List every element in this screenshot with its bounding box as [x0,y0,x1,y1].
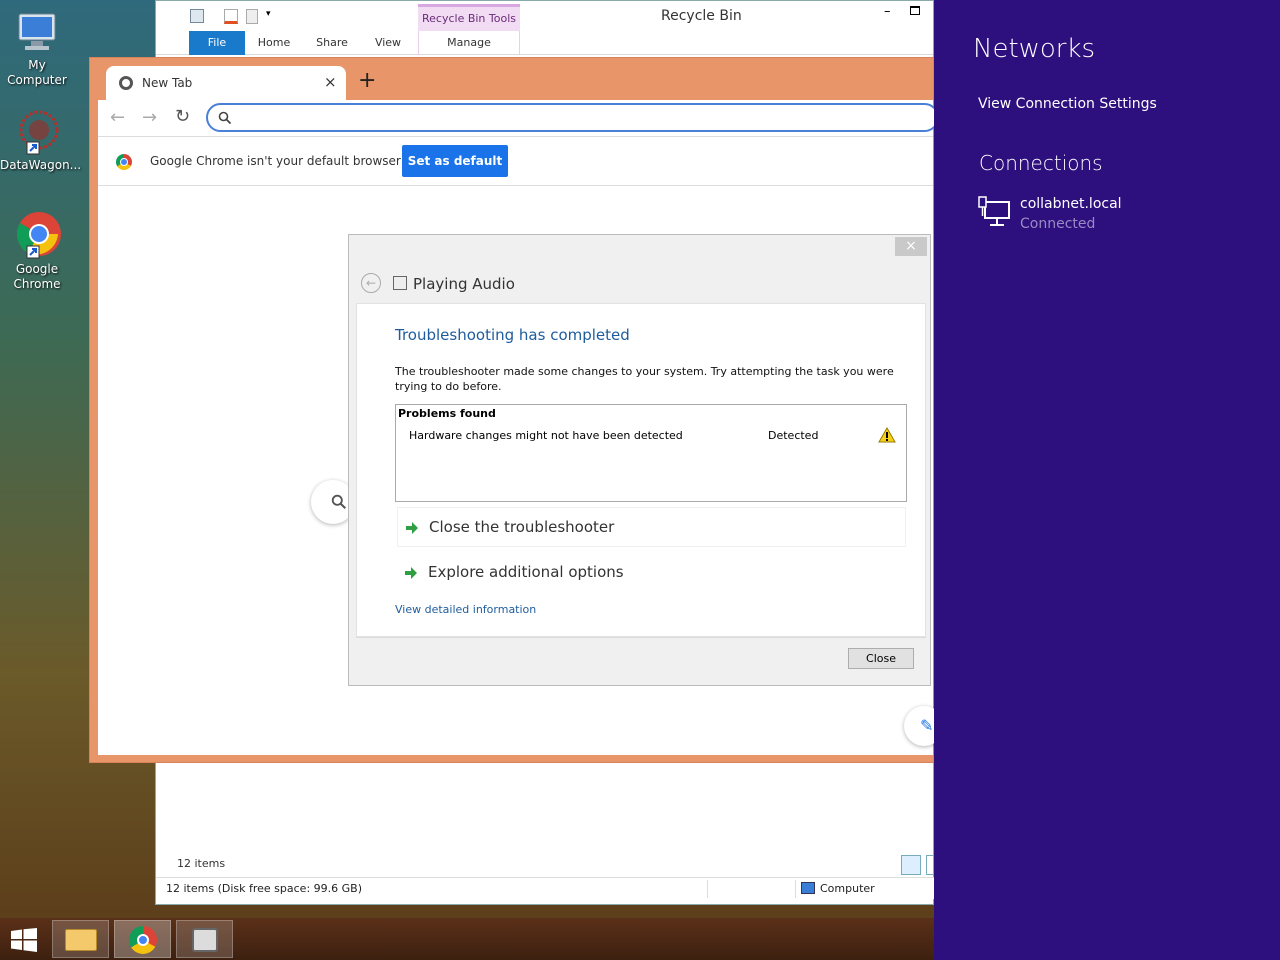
new-tab-icon[interactable]: + [358,68,376,94]
windows-logo-icon [11,928,37,952]
datawagon-icon [13,108,61,156]
quick-access-dropdown-icon[interactable]: ▾ [266,9,271,19]
chrome-icon [13,212,61,260]
problem-status: Detected [768,429,819,442]
chrome-tab[interactable]: New Tab × [106,66,346,100]
contextual-tab-group: Recycle Bin Tools [418,4,520,31]
green-arrow-icon [406,522,418,534]
chrome-favicon-icon [119,76,133,90]
chrome-toolbar: ← → ↻ [98,100,939,135]
taskbar [0,918,934,960]
troubleshooter-dialog: × ← Playing Audio Troubleshooting has co… [348,234,931,686]
pencil-icon: ✎ [920,716,934,735]
troubleshooter-content: Troubleshooting has completed The troubl… [356,303,926,637]
connection-status: Connected [1020,216,1096,232]
problem-name: Hardware changes might not have been det… [409,429,683,442]
tab-file[interactable]: File [189,31,245,55]
explore-options-option[interactable]: Explore additional options [397,554,906,592]
problems-title: Problems found [398,407,496,420]
back-arrow-icon[interactable]: ← [361,273,381,293]
taskbar-chrome[interactable] [114,920,171,958]
omnibox[interactable] [206,103,939,132]
status-text: 12 items (Disk free space: 99.6 GB) [166,882,362,895]
connection-name: collabnet.local [1020,196,1122,212]
reload-icon[interactable]: ↻ [175,106,190,127]
connection-item[interactable]: collabnet.local Connected [978,194,1238,238]
search-icon [218,111,232,125]
dialog-footer: Close [356,637,926,679]
completion-heading: Troubleshooting has completed [395,326,630,344]
folder-icon [65,929,97,951]
chrome-icon [129,926,157,954]
status-divider [795,880,796,898]
taskbar-file-explorer[interactable] [52,920,109,958]
desktop-icon-label: DataWagon... [0,158,82,172]
default-browser-infobar: Google Chrome isn't your default browser… [98,136,933,186]
troubleshooter-icon [192,928,218,952]
search-icon [331,494,347,510]
close-tab-icon[interactable]: × [324,73,337,91]
tab-home[interactable]: Home [252,31,296,55]
explorer-title: Recycle Bin [661,8,742,24]
tab-view[interactable]: View [366,31,410,55]
problems-box: Problems found Hardware changes might no… [395,404,907,502]
explore-option-label: Explore additional options [428,563,624,581]
troubleshooter-icon [393,276,407,290]
dialog-header-title: Playing Audio [413,275,515,293]
explorer-titlebar: ▾ Recycle Bin Tools Recycle Bin – [156,1,933,31]
warning-icon [878,427,896,443]
status-divider [707,880,708,898]
items-count: 12 items [177,857,226,870]
desktop-icon-label: My Computer [7,58,67,87]
green-arrow-icon [405,567,417,579]
back-icon[interactable]: ← [110,107,125,128]
recycle-bin-icon [190,9,204,23]
details-view-button[interactable] [901,855,921,875]
tab-share[interactable]: Share [310,31,354,55]
close-button[interactable]: Close [848,648,914,669]
properties-icon[interactable] [224,9,238,24]
desktop-icon-google-chrome[interactable]: Google Chrome [0,212,74,292]
ribbon-tabs: File Home Share View Manage [156,31,933,55]
networks-charm: Networks View Connection Settings Connec… [934,0,1280,960]
chrome-logo-icon [116,154,132,170]
maximize-button[interactable] [910,6,920,15]
forward-icon[interactable]: → [142,107,157,128]
minimize-button[interactable]: – [884,4,891,19]
networks-title: Networks [973,34,1096,64]
close-option-label: Close the troubleshooter [429,518,615,536]
desktop-icon-label: Google Chrome [13,262,61,291]
computer-icon [801,882,815,894]
computer-icon [13,8,61,56]
connections-title: Connections [979,151,1103,175]
infobar-text: Google Chrome isn't your default browser [150,154,401,168]
chrome-tab-title: New Tab [142,76,193,90]
start-button[interactable] [0,918,48,960]
problem-row[interactable]: Hardware changes might not have been det… [396,427,906,445]
ethernet-icon [978,196,1010,226]
set-default-button[interactable]: Set as default [402,145,508,177]
taskbar-troubleshooter[interactable] [176,920,233,958]
status-location: Computer [820,882,875,895]
close-troubleshooter-option[interactable]: Close the troubleshooter [397,507,906,547]
view-connection-settings-link[interactable]: View Connection Settings [978,96,1157,112]
view-details-link[interactable]: View detailed information [395,603,536,616]
new-folder-icon[interactable] [246,9,258,24]
dialog-close-icon[interactable]: × [895,237,927,256]
completion-description: The troubleshooter made some changes to … [395,365,894,393]
desktop-icon-my-computer[interactable]: My Computer [0,8,74,88]
tab-manage[interactable]: Manage [418,31,520,55]
status-bar: 12 items (Disk free space: 99.6 GB) Comp… [156,877,935,899]
desktop-icon-datawagon[interactable]: DataWagon... [0,108,82,173]
